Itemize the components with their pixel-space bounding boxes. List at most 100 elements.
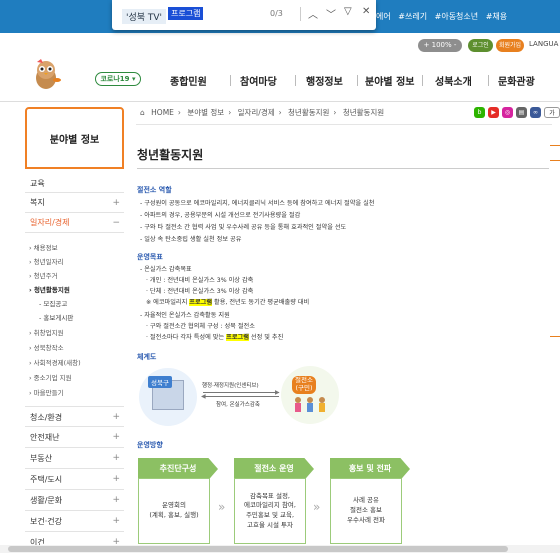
sidebar-subitem[interactable]: › 청년일자리: [29, 256, 64, 266]
sidebar-subitem-label: 사회적경제(새창): [33, 359, 81, 367]
sidebar-item[interactable]: 주택/도시 +: [25, 469, 124, 490]
separator: ›: [278, 108, 282, 117]
divider: [357, 75, 358, 86]
sidebar-item[interactable]: 청소/환경 +: [25, 406, 124, 427]
login-button[interactable]: 로그인: [468, 39, 493, 52]
arrow-right-icon: [203, 392, 279, 393]
sidebar-subitem[interactable]: › 중소기업 지원: [29, 372, 72, 382]
chevron-down-icon[interactable]: ﹀: [326, 6, 336, 21]
divider: [137, 168, 549, 169]
nav-item[interactable]: 참여마당: [240, 73, 277, 88]
sidebar-subitem[interactable]: › 마을만들기: [29, 387, 64, 397]
sidebar-subitem[interactable]: › 취창업지원: [29, 327, 64, 337]
sidebar-subitem[interactable]: › 성북창작소: [29, 342, 64, 352]
hashtag-link[interactable]: #아동청소년: [435, 12, 479, 21]
chevron-right-icon: »: [218, 500, 226, 514]
sidebar-item-label: 보건·건강: [30, 517, 62, 526]
sidebar-item[interactable]: 부동산 +: [25, 448, 124, 469]
arrow-label-bottom: 참여, 온실가스감축: [216, 402, 260, 408]
join-button[interactable]: 회원가입: [496, 39, 524, 52]
flow-step-body: 사례 공유 절전소 홍보 우수사례 전파: [330, 478, 402, 544]
hashtag-links: 에어 #쓰레기 #아동청소년 #채용: [376, 11, 512, 22]
sidebar-subitem-label: 취창업지원: [33, 329, 64, 337]
diagram-circle: [281, 366, 339, 424]
minus-icon: −: [112, 218, 120, 228]
sidebar-subitem-label: 마을만들기: [33, 389, 64, 397]
sidebar-subsubitem[interactable]: - 모집공고: [39, 298, 67, 308]
sidebar-subitem[interactable]: › 청년주거: [29, 270, 58, 280]
breadcrumb-item[interactable]: 분야별 정보: [187, 108, 224, 117]
sidebar-item[interactable]: 복지 +: [25, 193, 124, 213]
nav-item[interactable]: 종합민원: [170, 73, 207, 88]
content-text: 활용, 전년도 동기간 평균배출량 대비: [212, 299, 310, 306]
breadcrumb-item[interactable]: 청년활동지원: [343, 108, 384, 117]
find-bar: '성북 TV' 프로그램 0/3 ︿ ﹀ ▽ ✕: [112, 0, 376, 30]
hashtag-link[interactable]: 에어: [376, 12, 391, 21]
sidebar-title: 분야별 정보: [25, 107, 124, 169]
sidebar-item-label: 주택/도시: [30, 475, 63, 484]
zoom-control[interactable]: + 100% -: [418, 39, 462, 52]
plus-icon: +: [112, 474, 120, 484]
arrow-left-icon: [203, 396, 279, 397]
nav-item[interactable]: 행정정보: [306, 73, 343, 88]
sidebar-subsubitem[interactable]: - 홍보게시판: [39, 312, 73, 322]
text-size-icon[interactable]: 가: [544, 107, 560, 118]
plus-icon: +: [112, 412, 120, 422]
language-link[interactable]: LANGUA: [529, 40, 558, 48]
search-highlight: 프로그램: [189, 299, 213, 306]
sidebar-item-label: 생활/문화: [30, 496, 63, 505]
find-input[interactable]: 프로그램: [168, 7, 204, 20]
hashtag-link[interactable]: #채용: [486, 12, 507, 21]
sidebar-subitem-label: 청년주거: [33, 272, 58, 280]
breadcrumb-item[interactable]: 청년활동지원: [288, 108, 329, 117]
close-icon[interactable]: ✕: [362, 6, 370, 17]
breadcrumb-item[interactable]: 일자리/경제: [238, 108, 275, 117]
mascot-logo-icon[interactable]: [27, 56, 65, 92]
diagram-label: 성북구: [148, 376, 172, 388]
blog-icon[interactable]: b: [474, 107, 485, 118]
nav-item[interactable]: 문화관광: [498, 73, 535, 88]
sidebar-item-label: 일자리/경제: [30, 218, 70, 227]
sidebar-item-active[interactable]: 일자리/경제 −: [25, 213, 124, 233]
sidebar-item[interactable]: 생활/문화 +: [25, 490, 124, 511]
corona-button[interactable]: 코로나19 ▾: [95, 72, 141, 86]
hashtag-link[interactable]: #쓰레기: [398, 12, 427, 21]
home-icon[interactable]: ⌂: [140, 108, 145, 117]
content-text: ※ 에코마일리지: [146, 299, 190, 306]
content-line: · 구와 절전소간 협의체 구성 : 성북 절전소: [146, 323, 255, 330]
divider: [0, 101, 560, 102]
instagram-icon[interactable]: ◎: [502, 107, 513, 118]
divider: [136, 124, 552, 125]
section-heading: 절전소 역할: [137, 186, 172, 194]
sidebar-subitem-current[interactable]: › 청년활동지원: [29, 284, 70, 294]
breadcrumb-item[interactable]: HOME: [151, 108, 174, 117]
flow-step-head: 홍보 및 전파: [330, 458, 410, 480]
flow-step-body: 운영회의 (계획, 홍보, 실행): [138, 478, 210, 544]
edge-marker: [550, 336, 560, 337]
sidebar-subitem[interactable]: › 채용정보: [29, 242, 58, 252]
nav-item[interactable]: 성북소개: [435, 73, 472, 88]
sidebar-item[interactable]: 교육: [25, 175, 124, 193]
sidebar-item[interactable]: 보건·건강 +: [25, 511, 124, 532]
find-count: 0/3: [270, 9, 283, 18]
content-line: · 절전소마다 각자 특성에 맞는 프로그램 선정 및 추진: [146, 332, 283, 341]
plus-icon: +: [112, 495, 120, 505]
nav-item[interactable]: 분야별 정보: [365, 73, 414, 88]
separator: ›: [177, 108, 181, 117]
link-icon[interactable]: ∞: [530, 107, 541, 118]
sidebar-subitem-label: 채용정보: [33, 244, 58, 252]
scrollbar-thumb[interactable]: [8, 546, 508, 552]
sidebar-item-label: 청소/환경: [30, 413, 63, 422]
sidebar-subitem-label: 중소기업 지원: [33, 374, 72, 382]
print-icon[interactable]: ▤: [516, 107, 527, 118]
plus-icon: +: [112, 198, 120, 208]
page-title: 청년활동지원: [137, 148, 204, 162]
content-line: - 구와 타 절전소 간 협력 사업 및 우수사례 공유 등을 통해 효과적인 …: [140, 224, 347, 231]
youtube-icon[interactable]: ▶: [488, 107, 499, 118]
sidebar-item[interactable]: 안전재난 +: [25, 427, 124, 448]
chevron-up-icon[interactable]: ︿: [308, 6, 318, 21]
sidebar-subitem[interactable]: › 사회적경제(새창): [29, 357, 81, 367]
flow-step-head: 추진단구성: [138, 458, 218, 480]
filter-icon[interactable]: ▽: [344, 6, 352, 17]
content-line: - 일상 속 탄소중립 생활 실천 정보 공유: [140, 236, 242, 243]
